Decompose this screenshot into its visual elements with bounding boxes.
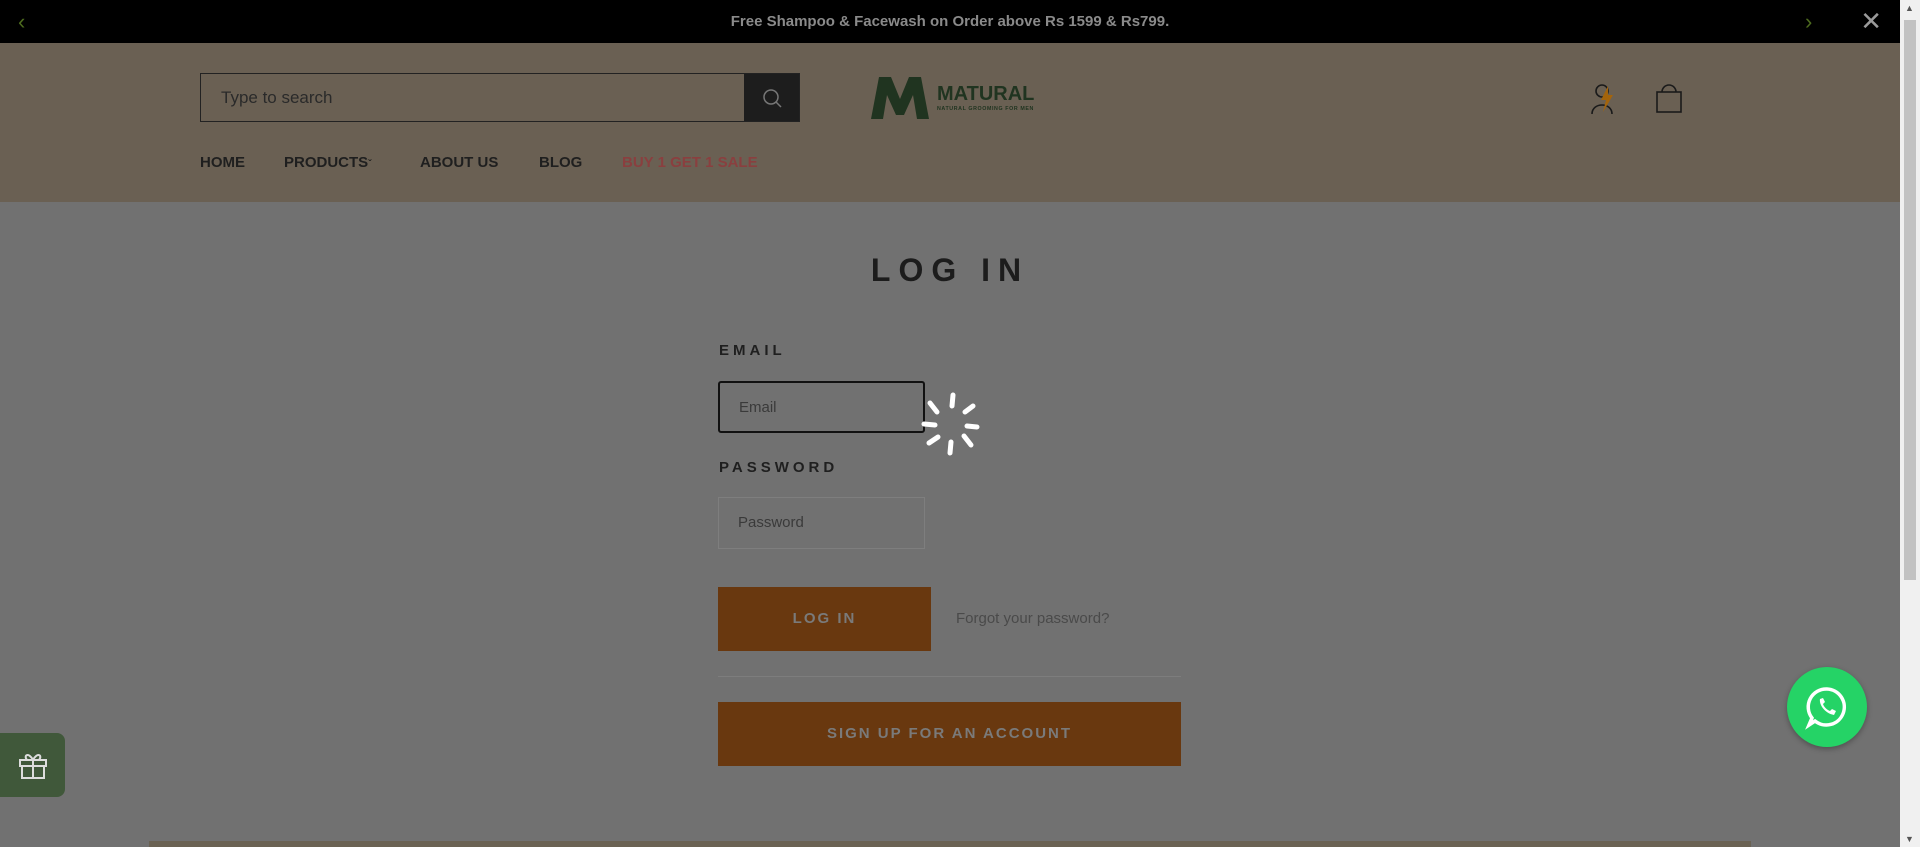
email-field[interactable]: Email — [718, 381, 925, 433]
signup-button[interactable]: SIGN UP FOR AN ACCOUNT — [718, 702, 1181, 766]
close-icon[interactable]: ✕ — [1860, 6, 1882, 37]
announcement-text: Free Shampoo & Facewash on Order above R… — [730, 13, 1170, 30]
search-icon — [762, 88, 782, 108]
logo[interactable]: MATURAL NATURAL GROOMING FOR MEN — [869, 73, 1039, 123]
password-field[interactable]: Password — [718, 497, 925, 549]
login-button[interactable]: LOG IN — [718, 587, 931, 651]
cart-icon[interactable] — [1655, 82, 1683, 114]
search-form: Type to search — [200, 73, 800, 122]
nav-home[interactable]: HOME — [200, 154, 245, 171]
gift-icon — [18, 754, 47, 779]
divider — [718, 676, 1181, 677]
svg-text:MATURAL: MATURAL — [937, 83, 1034, 105]
search-input[interactable]: Type to search — [201, 74, 744, 121]
chevron-down-icon: ˇ — [368, 159, 372, 170]
nav-products-label: PRODUCTS — [284, 154, 369, 171]
whatsapp-icon — [1805, 687, 1847, 730]
rewards-button[interactable] — [0, 733, 65, 797]
nav-sale[interactable]: BUY 1 GET 1 SALE — [622, 154, 758, 171]
nav-blog[interactable]: BLOG — [539, 154, 582, 171]
nav-about-us[interactable]: ABOUT US — [420, 154, 498, 171]
forgot-password-link[interactable]: Forgot your password? — [956, 610, 1109, 627]
nav-products[interactable]: PRODUCTSˇ — [284, 154, 372, 171]
chevron-right-icon[interactable]: › — [1805, 9, 1812, 35]
page-title: LOG IN — [870, 252, 1030, 288]
search-button[interactable] — [744, 74, 799, 121]
scroll-up-icon[interactable]: ▲ — [1905, 3, 1914, 13]
whatsapp-button[interactable] — [1787, 667, 1867, 747]
footer-strip — [149, 841, 1751, 847]
announcement-bar: ‹ Free Shampoo & Facewash on Order above… — [0, 0, 1900, 43]
scrollbar-thumb[interactable] — [1904, 20, 1916, 580]
account-icon[interactable] — [1590, 82, 1620, 116]
scrollbar[interactable]: ▲ ▼ — [1900, 0, 1920, 847]
password-label: PASSWORD — [719, 459, 839, 476]
svg-text:NATURAL GROOMING FOR MEN: NATURAL GROOMING FOR MEN — [937, 106, 1034, 112]
email-label: EMAIL — [719, 342, 786, 359]
loading-spinner-icon — [921, 392, 980, 456]
scroll-down-icon[interactable]: ▼ — [1905, 834, 1914, 844]
